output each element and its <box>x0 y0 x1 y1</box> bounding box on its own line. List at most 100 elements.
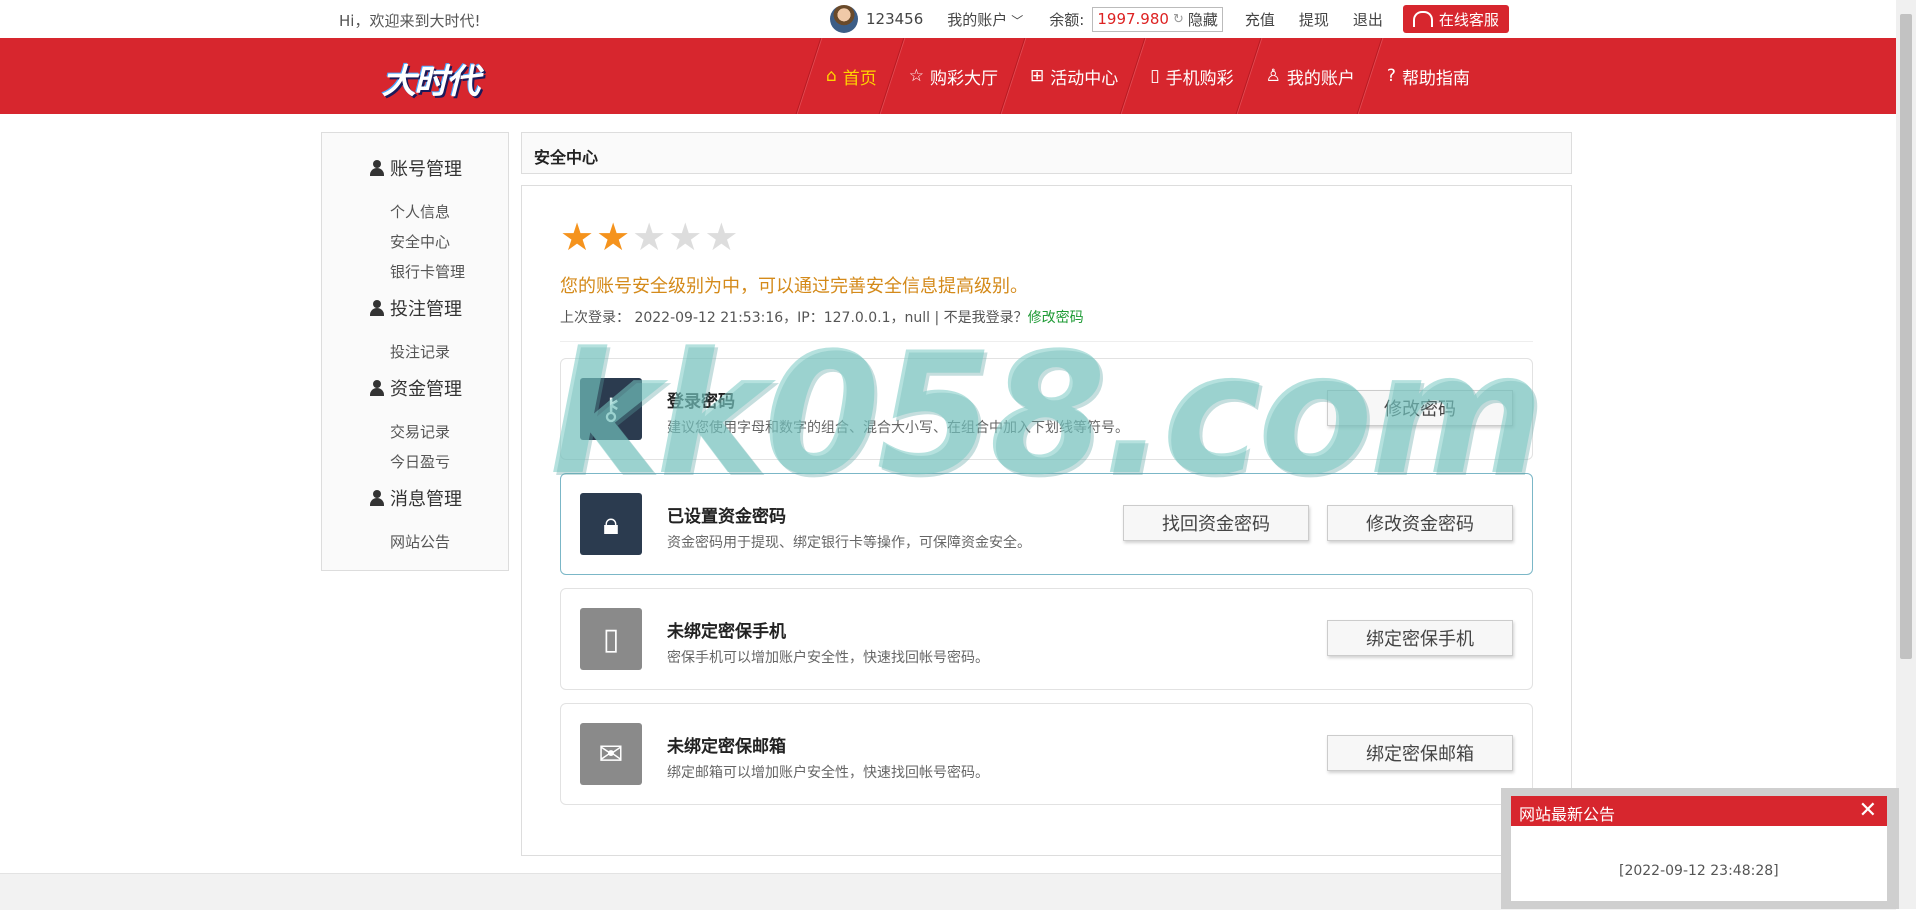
sidebar-group-title: 账号管理 <box>390 159 462 180</box>
logout-link[interactable]: 退出 <box>1353 9 1383 30</box>
user-outline-icon: ♙ <box>1265 66 1281 86</box>
card-title: 未绑定密保手机 <box>667 622 786 642</box>
scroll-thumb[interactable] <box>1900 14 1912 659</box>
nav-label-help: 帮助指南 <box>1401 68 1470 89</box>
star-filled-icon: ★ <box>560 215 595 259</box>
nav-item-mobile[interactable]: ▯ 手机购彩 <box>1132 38 1247 114</box>
nav-label-home: 首页 <box>842 68 877 89</box>
page-title: 安全中心 <box>534 148 599 167</box>
sidebar: 账号管理 个人信息 安全中心 银行卡管理 投注管理 投注记录 资金管理 交易记录… <box>321 132 509 571</box>
nav-item-activity[interactable]: ⊞ 活动中心 <box>1012 38 1132 114</box>
mobile-icon: ▯ <box>580 608 642 670</box>
nav-label-lottery-hall: 购彩大厅 <box>930 68 999 89</box>
change-password-link[interactable]: 修改密码 <box>1028 310 1084 326</box>
sidebar-group-bets: 投注管理 <box>370 295 462 321</box>
notice-header: 网站最新公告 ✕ <box>1511 796 1887 826</box>
star-empty-icon: ★ <box>668 215 703 259</box>
account-toolbar: 123456 我的账户 ﹀ 余额: 1997.980 ↻ 隐藏 充值 提现 退出 … <box>830 0 1509 38</box>
sidebar-group-title: 消息管理 <box>390 489 462 510</box>
sidebar-link-profile[interactable]: 个人信息 <box>390 201 450 222</box>
sidebar-link-bankcard[interactable]: 银行卡管理 <box>390 261 465 282</box>
bind-phone-button[interactable]: 绑定密保手机 <box>1327 620 1513 656</box>
user-icon <box>370 490 384 506</box>
nav-item-help[interactable]: ? 帮助指南 <box>1369 38 1484 114</box>
welcome-text: Hi，欢迎来到大时代! <box>339 12 481 30</box>
sidebar-group-title: 资金管理 <box>390 379 462 400</box>
hide-balance-button[interactable]: 隐藏 <box>1188 9 1218 30</box>
online-service-label: 在线客服 <box>1438 10 1499 29</box>
sidebar-link-transactions[interactable]: 交易记录 <box>390 421 450 442</box>
balance-label: 余额: <box>1049 10 1085 29</box>
card-desc: 资金密码用于提现、绑定银行卡等操作，可保障资金安全。 <box>667 535 1031 551</box>
refresh-icon[interactable]: ↻ <box>1173 12 1184 27</box>
my-account-label: 我的账户 <box>947 10 1008 29</box>
star-filled-icon: ★ <box>596 215 631 259</box>
nav-item-lottery-hall[interactable]: ☆ 购彩大厅 <box>891 38 1012 114</box>
sidebar-link-today-pnl[interactable]: 今日盈亏 <box>390 451 450 472</box>
withdraw-link[interactable]: 提现 <box>1299 9 1329 30</box>
site-logo[interactable]: 大时代 <box>382 46 502 106</box>
vertical-scrollbar[interactable] <box>1896 0 1916 909</box>
logo-text: 大时代 <box>382 62 480 102</box>
nav-label-activity: 活动中心 <box>1050 68 1119 89</box>
nav-label-mobile: 手机购彩 <box>1165 68 1234 89</box>
phone-icon: ▯ <box>1150 66 1160 86</box>
sidebar-group-account: 账号管理 <box>370 155 462 181</box>
lock-icon: 🔒︎ <box>580 493 642 555</box>
card-title: 登录密码 <box>667 392 735 412</box>
balance-box: 1997.980 ↻ 隐藏 <box>1092 6 1223 32</box>
notice-popup: 网站最新公告 ✕ [2022-09-12 23:48:28] <box>1501 788 1899 909</box>
last-login-prefix: 上次登录： <box>560 310 630 326</box>
gift-icon: ⊞ <box>1030 66 1045 86</box>
security-rating: ★ ★ ★ ★ ★ <box>560 218 738 256</box>
panel-header: 安全中心 <box>521 132 1572 174</box>
close-icon[interactable]: ✕ <box>1859 798 1877 823</box>
username: 123456 <box>866 10 924 28</box>
mail-icon: ✉ <box>580 723 642 785</box>
avatar[interactable] <box>830 5 858 33</box>
online-service-button[interactable]: 在线客服 <box>1402 5 1509 33</box>
main-nav: 大时代 ⌂ 首页 ☆ 购彩大厅 ⊞ 活动中心 ▯ 手机购彩 ♙ 我的账户 ? 帮助指南 <box>0 38 1896 114</box>
star-empty-icon: ★ <box>704 215 739 259</box>
security-level-text: 您的账号安全级别为中，可以通过完善安全信息提高级别。 <box>560 276 1028 297</box>
recharge-link[interactable]: 充值 <box>1245 9 1275 30</box>
nav-items: ⌂ 首页 ☆ 购彩大厅 ⊞ 活动中心 ▯ 手机购彩 ♙ 我的账户 ? 帮助指南 <box>808 38 1484 114</box>
recover-fund-password-button[interactable]: 找回资金密码 <box>1123 505 1309 541</box>
user-icon <box>370 380 384 396</box>
sidebar-group-funds: 资金管理 <box>370 375 462 401</box>
notice-body: [2022-09-12 23:48:28] <box>1511 826 1887 901</box>
last-login-time: 2022-09-12 21:53:16 <box>634 310 784 326</box>
nav-item-account[interactable]: ♙ 我的账户 <box>1248 38 1369 114</box>
sidebar-link-bet-records[interactable]: 投注记录 <box>390 341 450 362</box>
help-icon: ? <box>1386 66 1396 86</box>
sidebar-link-security[interactable]: 安全中心 <box>390 231 450 252</box>
sidebar-group-title: 投注管理 <box>390 299 462 320</box>
my-account-menu[interactable]: 我的账户 ﹀ <box>947 9 1023 30</box>
card-title: 未绑定密保邮箱 <box>667 737 786 757</box>
notice-title: 网站最新公告 <box>1519 805 1616 824</box>
notice-time: [2022-09-12 23:48:28] <box>1619 863 1779 879</box>
bind-email-button[interactable]: 绑定密保邮箱 <box>1327 735 1513 771</box>
star-empty-icon: ★ <box>632 215 667 259</box>
sidebar-link-announcements[interactable]: 网站公告 <box>390 531 450 552</box>
card-desc: 密保手机可以增加账户安全性，快速找回帐号密码。 <box>667 650 989 666</box>
balance-value: 1997.980 <box>1097 10 1169 28</box>
card-fund-password: 🔒︎ 已设置资金密码 资金密码用于提现、绑定银行卡等操作，可保障资金安全。 找回… <box>560 473 1533 575</box>
divider <box>560 341 1533 342</box>
key-icon: ⚷ <box>580 378 642 440</box>
card-title: 已设置资金密码 <box>667 507 786 527</box>
nav-item-home[interactable]: ⌂ 首页 <box>808 38 891 114</box>
sidebar-group-messages: 消息管理 <box>370 485 462 511</box>
card-login-password: ⚷ 登录密码 建议您使用字母和数字的组合、混合大小写、在组合中加入下划线等符号。… <box>560 358 1533 460</box>
change-login-password-button[interactable]: 修改密码 <box>1327 390 1513 426</box>
card-security-email: ✉ 未绑定密保邮箱 绑定邮箱可以增加账户安全性，快速找回帐号密码。 绑定密保邮箱 <box>560 703 1533 805</box>
star-outline-icon: ☆ <box>908 66 925 86</box>
headset-icon <box>1412 11 1433 27</box>
change-fund-password-button[interactable]: 修改资金密码 <box>1327 505 1513 541</box>
card-desc: 绑定邮箱可以增加账户安全性，快速找回帐号密码。 <box>667 765 989 781</box>
last-login-ip: ，IP：127.0.0.1，null | 不是我登录？ <box>783 310 1028 326</box>
chevron-down-icon: ﹀ <box>1011 13 1024 28</box>
home-icon: ⌂ <box>826 66 837 86</box>
user-icon <box>370 160 384 176</box>
security-panel: ★ ★ ★ ★ ★ 您的账号安全级别为中，可以通过完善安全信息提高级别。 上次登录： 2… <box>521 185 1572 856</box>
